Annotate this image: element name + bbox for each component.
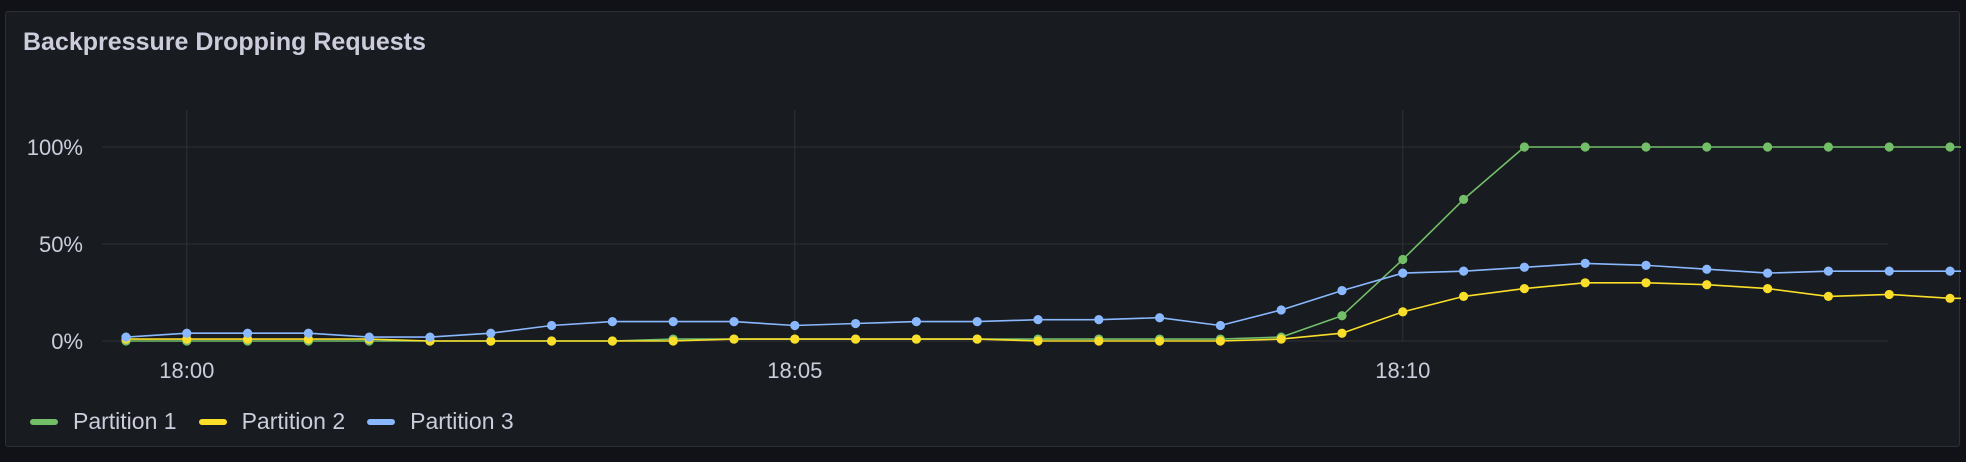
data-point: [607, 336, 618, 346]
data-point: [1641, 278, 1651, 288]
data-point: [1641, 260, 1651, 270]
data-point: [1945, 293, 1955, 303]
series-line: [126, 281, 1961, 342]
data-point: [1276, 305, 1286, 315]
data-point: [1823, 266, 1833, 276]
data-point: [1033, 315, 1043, 325]
data-point: [1459, 194, 1469, 204]
legend-swatch: [367, 418, 396, 425]
data-point: [1702, 280, 1712, 290]
data-point: [1519, 284, 1529, 294]
data-point: [547, 336, 557, 346]
data-point: [547, 320, 557, 331]
data-point: [1337, 328, 1347, 338]
data-point: [1945, 266, 1955, 276]
data-point: [1580, 258, 1590, 268]
data-point: [121, 332, 131, 342]
data-point: [607, 317, 618, 327]
data-point: [1884, 266, 1894, 276]
data-point: [1398, 254, 1408, 265]
data-point: [668, 317, 678, 327]
series-2: [121, 278, 1961, 346]
legend-label: Partition 3: [410, 408, 514, 434]
x-tick-label: 18:05: [767, 358, 822, 383]
data-point: [1580, 278, 1590, 288]
data-point: [729, 317, 739, 327]
data-point: [729, 334, 739, 344]
data-point: [790, 320, 800, 331]
data-point: [182, 328, 192, 338]
data-point: [1763, 142, 1773, 152]
data-point: [911, 334, 922, 344]
x-tick-label: 18:10: [1375, 358, 1430, 383]
data-point: [668, 336, 678, 346]
chart-panel: Backpressure Dropping Requests 0% 50% 100%…: [5, 11, 1961, 447]
data-point: [364, 332, 374, 342]
data-point: [1459, 266, 1469, 276]
data-point: [851, 318, 861, 329]
data-point: [1398, 268, 1408, 278]
series-line: [125, 262, 1961, 338]
legend-swatch: [198, 418, 227, 425]
legend-swatch: [30, 418, 58, 425]
line-chart: 0% 50% 100% 18:00 18:05 18:10: [27, 110, 1961, 383]
data-point: [1702, 142, 1712, 152]
data-point: [1398, 307, 1408, 317]
data-point: [1519, 142, 1529, 152]
data-point: [1823, 142, 1833, 152]
legend-label: Partition 1: [73, 408, 177, 434]
data-point: [1155, 336, 1165, 346]
data-point: [1823, 291, 1833, 301]
legend-item-partition-3[interactable]: Partition 3: [367, 408, 514, 435]
data-point: [1763, 268, 1773, 278]
x-tick-label: 18:00: [159, 358, 214, 383]
data-point: [790, 334, 800, 344]
data-point: [972, 317, 982, 327]
data-point: [1337, 285, 1347, 296]
data-point: [1094, 315, 1104, 325]
data-point: [1884, 289, 1894, 300]
data-point: [1459, 291, 1469, 301]
data-point: [243, 328, 253, 338]
data-point: [486, 328, 496, 338]
data-point: [425, 332, 435, 342]
x-axis-ticks: 18:00 18:05 18:10: [159, 358, 1430, 383]
data-point: [1276, 334, 1286, 344]
data-point: [972, 334, 982, 344]
data-point: [1884, 142, 1894, 152]
y-tick-label: 50%: [39, 232, 83, 257]
data-point: [1702, 264, 1712, 274]
data-point: [1094, 336, 1104, 346]
data-point: [1215, 336, 1225, 346]
legend-item-partition-1[interactable]: Partition 1: [30, 408, 177, 435]
legend: Partition 1 Partition 2 Partition 3: [30, 408, 536, 435]
data-point: [1641, 142, 1651, 152]
data-point: [1763, 284, 1773, 294]
data-point: [851, 334, 861, 344]
data-point: [1337, 311, 1347, 321]
grid: [102, 110, 1888, 342]
data-point: [1215, 320, 1225, 331]
data-point: [303, 328, 313, 338]
data-point: [1033, 336, 1043, 346]
legend-label: Partition 2: [241, 408, 346, 434]
y-tick-label: 100%: [27, 135, 83, 160]
y-tick-label: 0%: [51, 329, 83, 354]
series-3: [121, 258, 1961, 342]
legend-item-partition-2[interactable]: Partition 2: [198, 408, 346, 435]
y-axis-ticks: 0% 50% 100%: [27, 135, 83, 354]
data-point: [1945, 142, 1955, 152]
data-point: [1580, 142, 1590, 152]
data-point: [1155, 313, 1165, 323]
data-point: [911, 317, 922, 327]
data-point: [1519, 262, 1529, 272]
